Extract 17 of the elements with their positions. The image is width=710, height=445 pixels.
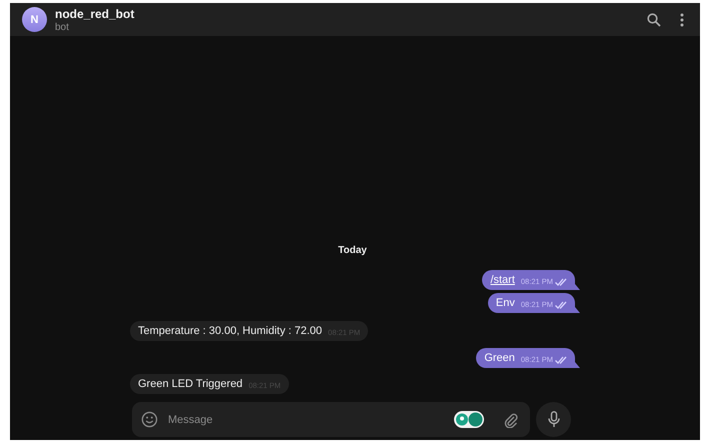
message-text: Green LED Triggered xyxy=(138,378,243,390)
date-separator: Today xyxy=(338,245,367,256)
microphone-button[interactable] xyxy=(536,402,571,437)
message-text: Env xyxy=(496,297,515,309)
microphone-icon xyxy=(548,411,560,428)
message-text: Green xyxy=(484,352,515,364)
emoji-icon[interactable] xyxy=(141,411,158,428)
paperclip-icon[interactable] xyxy=(504,412,518,428)
search-icon[interactable] xyxy=(647,12,661,26)
more-options-icon[interactable] xyxy=(680,12,684,26)
message-text: Temperature : 30.00, Humidity : 72.00 xyxy=(138,325,322,337)
command-link[interactable]: /start xyxy=(490,274,515,286)
message-input-field[interactable]: Message xyxy=(168,414,444,426)
avatar[interactable]: N xyxy=(22,7,47,32)
toggle-icon[interactable] xyxy=(454,411,484,428)
chat-title: node_red_bot xyxy=(55,6,136,20)
chat-subtitle: bot xyxy=(55,22,70,32)
